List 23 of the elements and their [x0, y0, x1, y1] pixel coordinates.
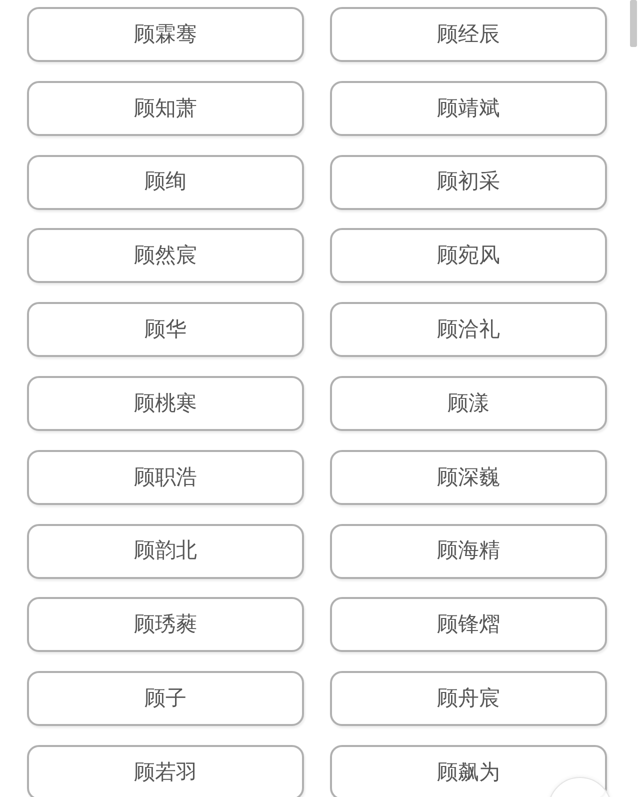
name-button[interactable]: 顾深巍 [330, 450, 607, 505]
name-button[interactable]: 顾舟宸 [330, 671, 607, 726]
name-button[interactable]: 顾宛风 [330, 228, 607, 284]
name-button[interactable]: 顾琇蕤 [27, 597, 304, 652]
name-button[interactable]: 顾锋熠 [330, 597, 607, 652]
name-button[interactable]: 顾若羽 [27, 744, 304, 797]
name-button[interactable]: 顾职浩 [27, 450, 304, 505]
name-button[interactable]: 顾绚 [27, 154, 304, 210]
name-button[interactable]: 顾知萧 [27, 80, 304, 136]
name-button[interactable]: 顾靖斌 [330, 80, 607, 136]
name-button[interactable]: 顾海精 [330, 524, 607, 579]
name-button[interactable]: 顾初采 [330, 154, 607, 210]
name-button[interactable]: 顾子 [27, 671, 304, 726]
name-button[interactable]: 顾霖骞 [27, 7, 304, 62]
name-button[interactable]: 顾华 [27, 302, 304, 358]
name-button[interactable]: 顾桃寒 [27, 376, 304, 431]
name-button[interactable]: 顾经辰 [330, 7, 607, 62]
name-button[interactable]: 顾然宸 [27, 228, 304, 284]
name-button[interactable]: 顾漾 [330, 376, 607, 431]
scrollbar-thumb[interactable] [630, 0, 637, 47]
name-button[interactable]: 顾洽礼 [330, 302, 607, 358]
name-button[interactable]: 顾飙为 [330, 744, 607, 797]
name-button[interactable]: 顾韵北 [27, 524, 304, 579]
